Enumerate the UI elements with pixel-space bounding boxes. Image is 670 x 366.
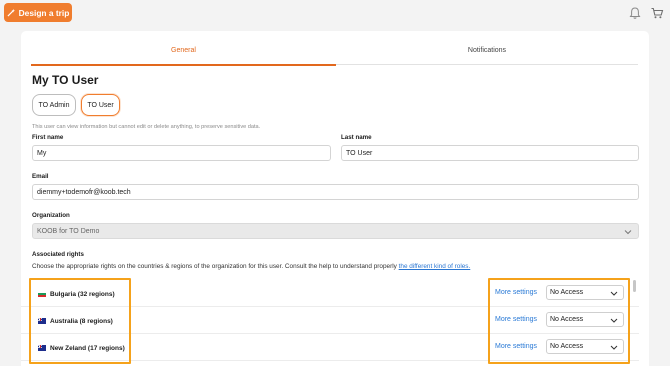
wand-icon bbox=[7, 8, 15, 17]
email-label: Email bbox=[32, 173, 49, 180]
organization-value: KOOB for TO Demo bbox=[37, 227, 100, 235]
role-to-user-button[interactable]: TO User bbox=[81, 94, 120, 116]
first-name-field[interactable]: My bbox=[32, 145, 331, 161]
highlight-box-access bbox=[488, 278, 630, 364]
design-trip-button[interactable]: Design a trip bbox=[4, 3, 72, 22]
help-roles-link[interactable]: the different kind of roles. bbox=[399, 263, 471, 270]
role-hint: This user can view information but canno… bbox=[32, 124, 261, 130]
associated-rights-label: Associated rights bbox=[32, 251, 84, 258]
organization-label: Organization bbox=[32, 212, 70, 219]
first-name-label: First name bbox=[32, 134, 64, 141]
top-bar: Design a trip bbox=[0, 0, 670, 26]
design-trip-label: Design a trip bbox=[18, 7, 70, 18]
chevron-down-icon bbox=[624, 230, 632, 235]
last-name-label: Last name bbox=[341, 134, 372, 141]
organization-select: KOOB for TO Demo bbox=[32, 223, 639, 239]
bell-icon[interactable] bbox=[628, 6, 642, 20]
highlight-box-regions bbox=[29, 278, 131, 364]
tab-general[interactable]: General bbox=[31, 47, 336, 66]
scrollbar-thumb[interactable] bbox=[633, 280, 636, 292]
tab-notifications[interactable]: Notifications bbox=[336, 47, 638, 65]
tab-bar: General Notifications bbox=[31, 43, 638, 66]
role-to-admin-button[interactable]: TO Admin bbox=[32, 94, 76, 116]
cart-icon[interactable] bbox=[650, 6, 664, 20]
page-title: My TO User bbox=[32, 73, 99, 87]
last-name-field[interactable]: TO User bbox=[341, 145, 639, 161]
email-field[interactable]: diemmy+todemofr@koob.tech bbox=[32, 184, 639, 200]
associated-rights-description: Choose the appropriate rights on the cou… bbox=[32, 263, 470, 270]
rights-description-text: Choose the appropriate rights on the cou… bbox=[32, 263, 399, 270]
